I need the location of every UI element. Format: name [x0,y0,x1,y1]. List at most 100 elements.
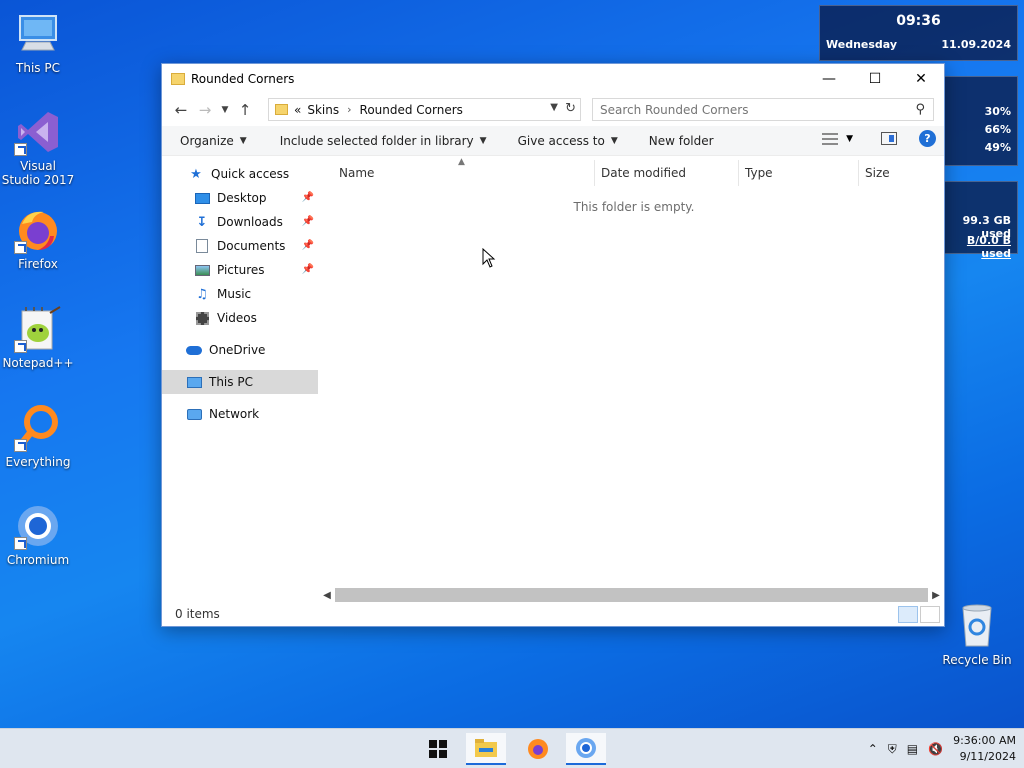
scroll-left-icon[interactable]: ◀ [319,590,335,601]
give-access-button[interactable]: Give access to ▼ [487,134,618,148]
preview-pane-icon[interactable] [881,132,897,145]
recent-locations-chevron-icon[interactable]: ▼ [217,98,233,122]
nav-label: Music [217,287,252,301]
taskbar-file-explorer[interactable] [466,733,506,765]
column-date-modified[interactable]: Date modified [594,160,738,186]
breadcrumb-skins[interactable]: Skins [307,103,339,117]
cloud-icon [186,343,202,357]
volume-muted-icon[interactable]: 🔇 [928,742,943,756]
title-bar[interactable]: Rounded Corners — ☐ ✕ [162,64,944,94]
pin-icon[interactable]: 📌 [302,240,314,251]
back-arrow-icon[interactable]: ← [169,98,193,122]
desktop-icon-this-pc[interactable]: This PC [0,10,76,75]
minimize-button[interactable]: — [806,64,852,93]
nav-music[interactable]: ♫ Music [162,282,318,306]
stat-value: 30% [984,105,1011,118]
nav-documents[interactable]: Documents 📌 [162,234,318,258]
desktop-icon-everything[interactable]: Everything [0,404,76,469]
nav-this-pc[interactable]: This PC [162,370,318,394]
search-input[interactable] [593,102,893,117]
breadcrumb-current[interactable]: Rounded Corners [360,103,463,117]
column-type[interactable]: Type [738,160,858,186]
taskbar-chromium[interactable] [566,733,606,765]
maximize-button[interactable]: ☐ [852,64,898,93]
pictures-icon [194,263,210,277]
clock-widget: 09:36 Wednesday 11.09.2024 [819,5,1018,61]
close-button[interactable]: ✕ [898,64,944,93]
desktop-icon-chromium[interactable]: Chromium [0,502,76,567]
taskbar-firefox[interactable] [518,733,558,765]
change-view-button[interactable]: ▼ [822,132,853,145]
network-icon[interactable]: ▤ [907,742,918,756]
show-hidden-icons-chevron-icon[interactable]: ⌃ [868,742,878,756]
nav-downloads[interactable]: ↧ Downloads 📌 [162,210,318,234]
nav-pictures[interactable]: Pictures 📌 [162,258,318,282]
desktop-icon-visual-studio[interactable]: Visual Studio 2017 [0,108,76,187]
pin-icon[interactable]: 📌 [302,264,314,275]
everything-search-icon [14,404,62,452]
view-details-icon [822,132,839,145]
stat-value: 66% [984,123,1011,136]
pin-icon[interactable]: 📌 [302,216,314,227]
help-icon[interactable]: ? [919,130,936,147]
pin-icon[interactable]: 📌 [302,192,314,203]
star-icon: ★ [190,166,202,182]
refresh-icon[interactable]: ↻ [565,101,576,116]
include-library-button[interactable]: Include selected folder in library ▼ [247,134,487,148]
monitor-icon [14,10,62,58]
desktop-icon-label: Notepad++ [2,356,74,370]
up-arrow-icon[interactable]: ↑ [233,98,257,122]
organize-button[interactable]: Organize ▼ [162,134,247,148]
nav-onedrive[interactable]: OneDrive [162,338,318,362]
breadcrumb-overflow[interactable]: « [294,103,301,117]
file-explorer-icon [475,739,497,757]
window-title: Rounded Corners [191,72,295,86]
nav-videos[interactable]: Videos [162,306,318,330]
command-bar: Organize ▼ Include selected folder in lib… [162,126,944,156]
address-dropdown-icon[interactable]: ▼ [550,102,558,113]
breadcrumb-chevron-icon[interactable]: › [347,103,351,116]
chevron-down-icon: ▼ [239,135,247,146]
nav-quick-access[interactable]: ★ Quick access [162,162,318,186]
documents-icon [194,239,210,253]
stat-value: 49% [984,141,1011,154]
column-size[interactable]: Size [858,160,938,186]
desktop-icon-notepadpp[interactable]: Notepad++ [0,305,76,370]
search-box[interactable]: ⚲ [592,98,934,121]
organize-label: Organize [180,133,234,148]
shortcut-arrow-icon [14,241,27,254]
address-bar[interactable]: « Skins › Rounded Corners ▼ ↻ [268,98,581,121]
column-name[interactable]: Name [333,160,594,186]
nav-label: Downloads [217,215,283,229]
folder-icon [171,73,185,85]
desktop-icon-recycle-bin[interactable]: Recycle Bin [937,602,1017,667]
disk-usage: 99.3 GB used [962,214,1011,240]
taskbar-clock[interactable]: 9:36:00 AM 9/11/2024 [953,733,1016,765]
status-bar: 0 items [162,602,944,626]
file-list[interactable]: ▲ Name Date modified Type Size This fold… [319,157,944,590]
scroll-right-icon[interactable]: ▶ [928,590,944,601]
chromium-icon [576,738,596,758]
widget-date: 11.09.2024 [941,38,1011,51]
system-tray: ⌃ ⛨ ▤ 🔇 9:36:00 AM 9/11/2024 [868,729,1016,768]
search-icon: ⚲ [915,102,925,117]
desktop-folder-icon [194,191,210,205]
explorer-window: Rounded Corners — ☐ ✕ ← → ▼ ↑ « Skins › … [161,63,945,627]
start-button[interactable] [418,733,458,765]
security-shield-icon[interactable]: ⛨ [888,742,897,757]
music-note-icon: ♫ [196,286,208,302]
scrollbar-thumb[interactable] [335,588,928,602]
forward-arrow-icon[interactable]: → [193,98,217,122]
desktop-icon-firefox[interactable]: Firefox [0,206,76,271]
shortcut-arrow-icon [14,537,27,550]
details-view-icon[interactable] [898,606,918,623]
large-icons-view-icon[interactable] [920,606,940,623]
column-headers: ▲ Name Date modified Type Size [319,157,944,186]
desktop-icon-label: Everything [5,455,71,469]
new-folder-button[interactable]: New folder [618,134,714,148]
nav-label: Desktop [217,191,267,205]
nav-desktop[interactable]: Desktop 📌 [162,186,318,210]
nav-network[interactable]: Network [162,402,318,426]
desktop-icon-label: Recycle Bin [942,653,1012,667]
folder-icon [275,104,288,115]
